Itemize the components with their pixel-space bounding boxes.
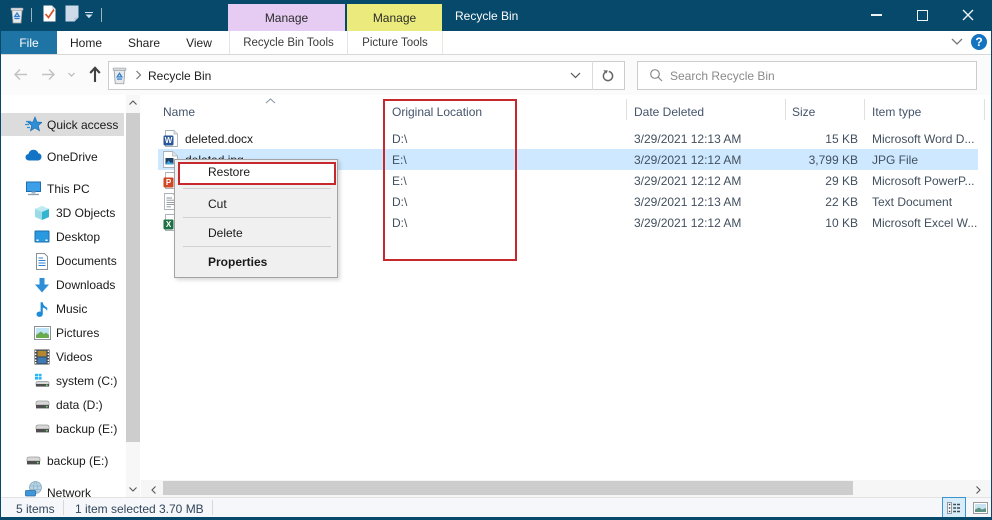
svg-text:W: W <box>165 136 173 145</box>
svg-text:X: X <box>166 220 172 229</box>
svg-text:P: P <box>166 178 172 187</box>
